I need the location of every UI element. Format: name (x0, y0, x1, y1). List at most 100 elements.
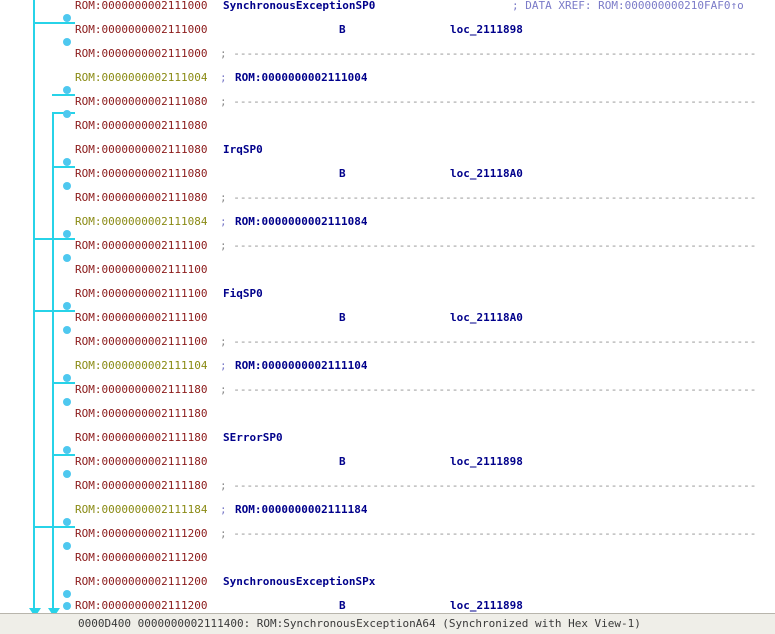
graph-arrows-gutter[interactable] (0, 0, 75, 613)
graph-arrow-branch-inner[interactable] (52, 382, 75, 384)
function-label: FiqSP0 (223, 287, 263, 300)
xref-comment: ; DATA XREF: ROM:000000000210FAF0↑o (512, 0, 744, 12)
breakpoint-dot[interactable] (63, 398, 71, 406)
breakpoint-dot[interactable] (63, 518, 71, 526)
separator-comment: ; --------------------------------------… (220, 383, 757, 396)
graph-arrow-branch-outer[interactable] (33, 22, 75, 24)
graph-arrow-branch-outer[interactable] (33, 310, 75, 312)
disassembly-line[interactable]: ROM:0000000002111180 (75, 408, 775, 420)
disassembly-line[interactable]: ROM:0000000002111000 SynchronousExceptio… (75, 0, 775, 12)
disassembly-line[interactable]: ROM:0000000002111100 (75, 264, 775, 276)
address-comment: ROM:0000000002111104 (235, 359, 368, 372)
line-address: ROM:0000000002111080 (75, 143, 215, 156)
breakpoint-dot[interactable] (63, 470, 71, 478)
breakpoint-dot[interactable] (63, 542, 71, 550)
line-address: ROM:0000000002111000 (75, 47, 215, 60)
disassembly-line[interactable]: ROM:0000000002111000 Bloc_2111898 (75, 24, 775, 36)
breakpoint-dot[interactable] (63, 230, 71, 238)
line-address: ROM:0000000002111004 (75, 71, 215, 84)
line-address: ROM:0000000002111080 (75, 167, 215, 180)
disassembly-line[interactable]: ROM:0000000002111104 ; ROM:0000000002111… (75, 360, 775, 372)
separator-comment: ; --------------------------------------… (220, 95, 757, 108)
line-address: ROM:0000000002111200 (75, 551, 215, 564)
function-label: IrqSP0 (223, 143, 263, 156)
disassembly-line[interactable]: ROM:0000000002111180 ; -----------------… (75, 480, 775, 492)
instruction-operand: loc_21118A0 (450, 167, 523, 180)
instruction-operand: loc_21118A0 (450, 311, 523, 324)
graph-arrow-branch-inner[interactable] (52, 94, 75, 96)
address-comment: ROM:0000000002111004 (235, 71, 368, 84)
instruction-mnemonic: B (339, 455, 346, 468)
graph-arrow-branch-inner[interactable] (52, 166, 75, 168)
disassembly-line[interactable]: ROM:0000000002111200 SynchronousExceptio… (75, 576, 775, 588)
comment-semicolon: ; (220, 71, 234, 84)
graph-arrow-branch-outer[interactable] (33, 238, 75, 240)
line-address: ROM:0000000002111080 (75, 191, 215, 204)
line-address: ROM:0000000002111184 (75, 503, 215, 516)
breakpoint-dot[interactable] (63, 14, 71, 22)
disassembly-line[interactable]: ROM:0000000002111080 IrqSP0 (75, 144, 775, 156)
disassembly-line[interactable]: ROM:0000000002111200 (75, 552, 775, 564)
disassembly-line[interactable]: ROM:0000000002111084 ; ROM:0000000002111… (75, 216, 775, 228)
breakpoint-dot[interactable] (63, 590, 71, 598)
separator-comment: ; --------------------------------------… (220, 47, 757, 60)
instruction-mnemonic: B (339, 23, 346, 36)
line-address: ROM:0000000002111080 (75, 95, 215, 108)
status-bar: 0000D400 0000000002111400: ROM:Synchrono… (0, 613, 775, 634)
disassembly-line[interactable]: ROM:0000000002111100 Bloc_21118A0 (75, 312, 775, 324)
address-comment: ROM:0000000002111184 (235, 503, 368, 516)
disassembly-line[interactable]: ROM:0000000002111080 ; -----------------… (75, 96, 775, 108)
line-address: ROM:0000000002111084 (75, 215, 215, 228)
disassembly-line[interactable]: ROM:0000000002111180 SErrorSP0 (75, 432, 775, 444)
breakpoint-dot[interactable] (63, 302, 71, 310)
breakpoint-dot[interactable] (63, 86, 71, 94)
function-label: SErrorSP0 (223, 431, 283, 444)
graph-arrow-branch-outer[interactable] (33, 526, 75, 528)
line-address: ROM:0000000002111200 (75, 527, 215, 540)
instruction-mnemonic: B (339, 599, 346, 612)
line-address: ROM:0000000002111200 (75, 599, 215, 612)
ida-disassembly-window: ROM:0000000002111000 SynchronousExceptio… (0, 0, 775, 634)
disassembly-line[interactable]: ROM:0000000002111200 ; -----------------… (75, 528, 775, 540)
line-address: ROM:0000000002111180 (75, 383, 215, 396)
graph-arrow-trunk-inner[interactable] (52, 112, 54, 610)
disassembly-line[interactable]: ROM:0000000002111184 ; ROM:0000000002111… (75, 504, 775, 516)
instruction-operand: loc_2111898 (450, 23, 523, 36)
line-address: ROM:0000000002111000 (75, 0, 215, 12)
disassembly-line[interactable]: ROM:0000000002111004 ; ROM:0000000002111… (75, 72, 775, 84)
graph-arrow-branch-inner[interactable] (52, 454, 75, 456)
line-address: ROM:0000000002111000 (75, 23, 215, 36)
disassembly-line[interactable]: ROM:0000000002111000 ; -----------------… (75, 48, 775, 60)
breakpoint-dot[interactable] (63, 446, 71, 454)
breakpoint-dot[interactable] (63, 182, 71, 190)
comment-semicolon: ; (220, 359, 234, 372)
disassembly-line[interactable]: ROM:0000000002111100 ; -----------------… (75, 336, 775, 348)
disassembly-line[interactable]: ROM:0000000002111200 Bloc_2111898 (75, 600, 775, 612)
breakpoint-dot[interactable] (63, 38, 71, 46)
line-address: ROM:0000000002111080 (75, 119, 215, 132)
disassembly-line[interactable]: ROM:0000000002111180 ; -----------------… (75, 384, 775, 396)
breakpoint-dot[interactable] (63, 110, 71, 118)
line-address: ROM:0000000002111100 (75, 311, 215, 324)
disassembly-line[interactable]: ROM:0000000002111180 Bloc_2111898 (75, 456, 775, 468)
disassembly-line[interactable]: ROM:0000000002111080 ; -----------------… (75, 192, 775, 204)
disassembly-line[interactable]: ROM:0000000002111080 (75, 120, 775, 132)
comment-semicolon: ; (220, 215, 234, 228)
instruction-operand: loc_2111898 (450, 599, 523, 612)
line-address: ROM:0000000002111100 (75, 287, 215, 300)
disassembly-line[interactable]: ROM:0000000002111100 ; -----------------… (75, 240, 775, 252)
separator-comment: ; --------------------------------------… (220, 239, 757, 252)
disassembly-line[interactable]: ROM:0000000002111100 FiqSP0 (75, 288, 775, 300)
line-address: ROM:0000000002111104 (75, 359, 215, 372)
line-address: ROM:0000000002111100 (75, 263, 215, 276)
breakpoint-dot[interactable] (63, 326, 71, 334)
breakpoint-dot[interactable] (63, 374, 71, 382)
breakpoint-dot[interactable] (63, 254, 71, 262)
disassembly-line[interactable]: ROM:0000000002111080 Bloc_21118A0 (75, 168, 775, 180)
breakpoint-dot[interactable] (63, 158, 71, 166)
comment-semicolon: ; (220, 503, 234, 516)
separator-comment: ; --------------------------------------… (220, 191, 757, 204)
disassembly-listing[interactable]: ROM:0000000002111000 SynchronousExceptio… (75, 0, 775, 613)
breakpoint-dot[interactable] (63, 602, 71, 610)
graph-arrow-trunk-outer[interactable] (33, 0, 35, 610)
